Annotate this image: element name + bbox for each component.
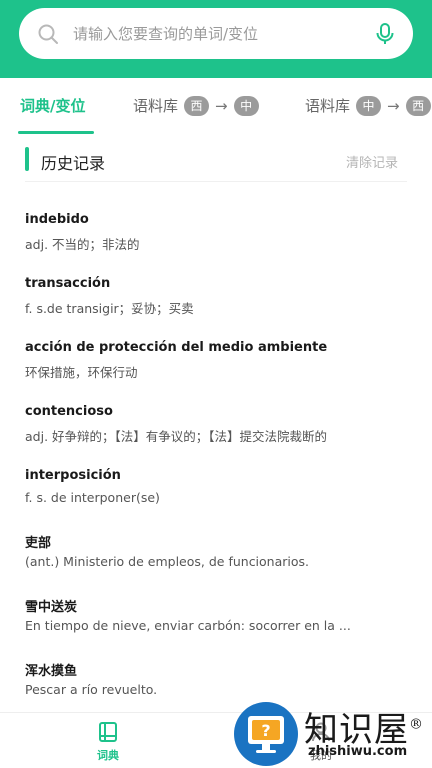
history-item[interactable]: 吏部 (ant.) Ministerio de empleos, de func… xyxy=(0,516,432,580)
tab-label: 语料库 xyxy=(133,97,179,115)
history-definition: f. s. de interponer(se) xyxy=(25,490,160,505)
search-input[interactable]: 请输入您要查询的单词/变位 xyxy=(73,23,375,44)
arrow-right-icon: → xyxy=(215,96,228,115)
top-bar: 请输入您要查询的单词/变位 xyxy=(0,0,432,78)
nav-dictionary[interactable]: 词典 xyxy=(78,721,138,763)
history-word: contencioso xyxy=(25,404,113,419)
history-definition: 环保措施，环保行动 xyxy=(25,365,138,380)
clear-history-button[interactable]: 清除记录 xyxy=(346,152,398,171)
history-item[interactable]: contencioso adj. 好争辩的；【法】有争议的；【法】提交法院裁断的 xyxy=(0,388,432,452)
history-item[interactable]: 浑水摸鱼 Pescar a río revuelto. xyxy=(0,644,432,708)
history-word: acción de protección del medio ambiente xyxy=(25,340,328,355)
history-list: indebido adj. 不当的；非法的 transacción f. s.d… xyxy=(0,196,432,708)
history-definition: Pescar a río revuelto. xyxy=(25,682,158,697)
tab-dictionary[interactable]: 词典/变位 xyxy=(20,95,85,116)
tab-corpus-es-zh[interactable]: 语料库 西 → 中 xyxy=(133,95,259,116)
microphone-icon[interactable] xyxy=(375,22,395,45)
search-icon xyxy=(38,24,58,44)
search-box[interactable]: 请输入您要查询的单词/变位 xyxy=(19,8,413,59)
source-language-badge: 中 xyxy=(356,95,382,116)
active-tab-indicator xyxy=(18,131,94,134)
history-header: 历史记录 清除记录 xyxy=(0,136,432,182)
tab-bar: 词典/变位 语料库 西 → 中 语料库 中 → 西 xyxy=(0,78,432,136)
tab-corpus-zh-es[interactable]: 语料库 中 → 西 xyxy=(305,95,431,116)
history-definition: En tiempo de nieve, enviar carbón: socor… xyxy=(25,618,351,633)
history-definition: adj. 好争辩的；【法】有争议的；【法】提交法院裁断的 xyxy=(25,429,328,444)
history-item[interactable]: indebido adj. 不当的；非法的 xyxy=(0,196,432,260)
history-item[interactable]: interposición f. s. de interponer(se) xyxy=(0,452,432,516)
history-definition: f. s.de transigir；妥协；买卖 xyxy=(25,301,194,316)
history-item[interactable]: 雪中送炭 En tiempo de nieve, enviar carbón: … xyxy=(0,580,432,644)
source-language-badge: 西 xyxy=(184,95,210,116)
section-title: 历史记录 xyxy=(41,154,106,173)
svg-text:?: ? xyxy=(261,721,270,740)
history-word: indebido xyxy=(25,212,89,227)
arrow-right-icon: → xyxy=(387,96,400,115)
history-word: 浑水摸鱼 xyxy=(25,664,78,679)
section-accent-bar xyxy=(25,147,29,171)
tab-label: 词典/变位 xyxy=(20,97,86,115)
target-language-badge: 中 xyxy=(233,95,259,116)
monitor-question-icon: ? xyxy=(248,716,284,753)
tab-label: 语料库 xyxy=(305,97,351,115)
history-definition: (ant.) Ministerio de empleos, de funcion… xyxy=(25,554,310,569)
divider xyxy=(25,181,407,182)
history-item[interactable]: acción de protección del medio ambiente … xyxy=(0,324,432,388)
nav-label: 词典 xyxy=(97,749,119,762)
watermark-circle: ? xyxy=(234,702,298,766)
history-word: transacción xyxy=(25,276,111,291)
history-definition: adj. 不当的；非法的 xyxy=(25,237,140,252)
watermark-logo: ? 知识屋® zhishiwu.com xyxy=(232,700,432,768)
target-language-badge: 西 xyxy=(405,95,431,116)
book-icon xyxy=(99,722,117,742)
watermark-url: zhishiwu.com xyxy=(308,744,408,759)
history-item[interactable]: transacción f. s.de transigir；妥协；买卖 xyxy=(0,260,432,324)
history-word: interposición xyxy=(25,468,121,483)
history-word: 吏部 xyxy=(25,536,52,551)
history-word: 雪中送炭 xyxy=(25,600,78,615)
